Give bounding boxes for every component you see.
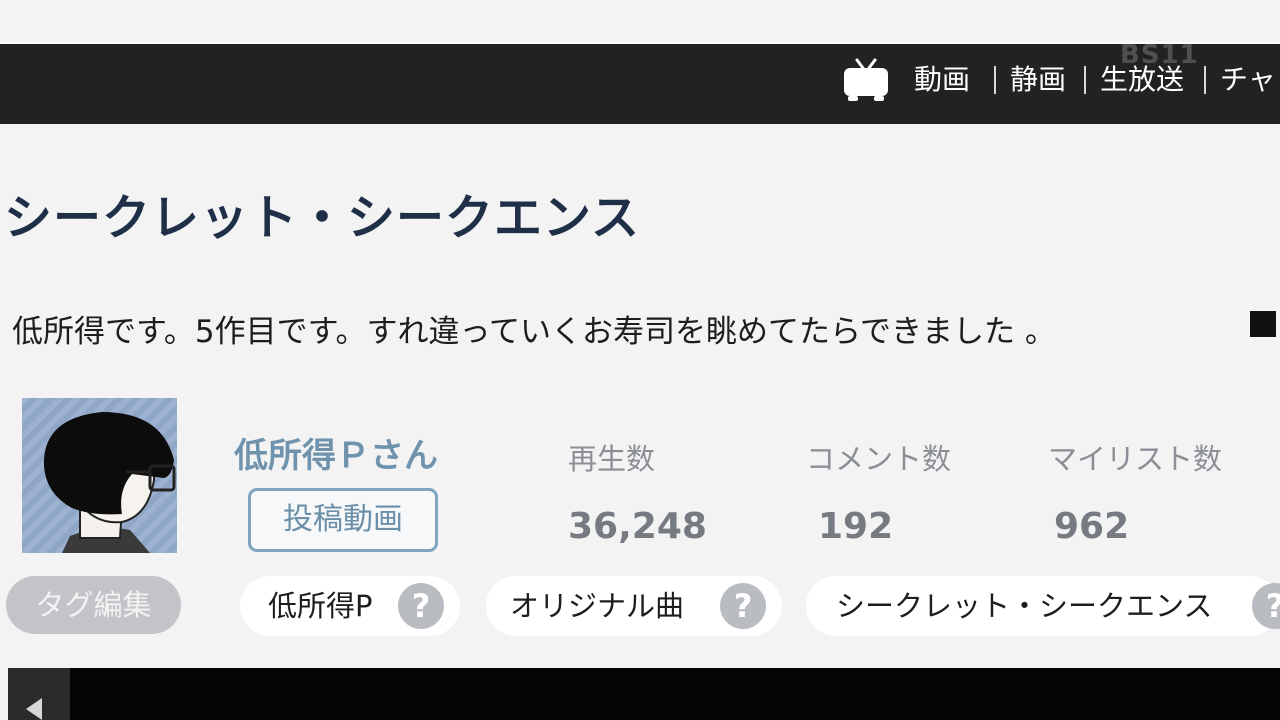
tag-edit-button[interactable]: タグ編集 [6,576,181,634]
uploader-avatar[interactable] [22,398,177,553]
broadcast-watermark: BS11 [1120,40,1199,70]
tag-item[interactable]: シークレット・シークエンス ? [806,576,1280,636]
nav-separator [994,66,996,94]
views-label: 再生数 [568,442,656,476]
help-icon[interactable]: ? [1252,583,1280,629]
tag-item[interactable]: 低所得P ? [240,576,460,636]
comments-label: コメント数 [806,442,952,476]
tv-icon[interactable] [842,58,890,102]
tag-label[interactable]: 低所得P [268,588,373,624]
tag-label[interactable]: シークレット・シークエンス [836,588,1212,624]
nav-item-illust[interactable]: 静画 [1010,62,1066,98]
nav-item-video[interactable]: 動画 [914,62,970,98]
video-player[interactable] [8,668,1280,720]
tag-item[interactable]: オリジナル曲 ? [486,576,782,636]
nav-separator [1204,66,1206,94]
mylist-label: マイリスト数 [1048,442,1223,476]
posted-videos-button[interactable]: 投稿動画 [248,488,438,552]
help-icon[interactable]: ? [398,583,444,629]
help-icon[interactable]: ? [720,583,766,629]
player-collapse-button[interactable] [8,668,70,720]
description-end-mark [1250,311,1276,337]
browser-top-strip [0,0,1280,44]
comments-count: 192 [818,506,894,547]
mylist-count: 962 [1054,506,1130,547]
views-count: 36,248 [568,506,707,547]
video-description: 低所得です。5作目です。すれ違っていくお寿司を眺めてたらできました 。 [12,314,1056,350]
nav-separator [1084,66,1086,94]
chevron-left-icon [26,698,42,720]
site-navbar [0,44,1280,124]
tag-label[interactable]: オリジナル曲 [510,588,684,624]
uploader-name[interactable]: 低所得Ｐさん [234,428,438,477]
video-title: シークレット・シークエンス [4,190,641,246]
nav-item-channel[interactable]: チャ [1220,62,1276,98]
